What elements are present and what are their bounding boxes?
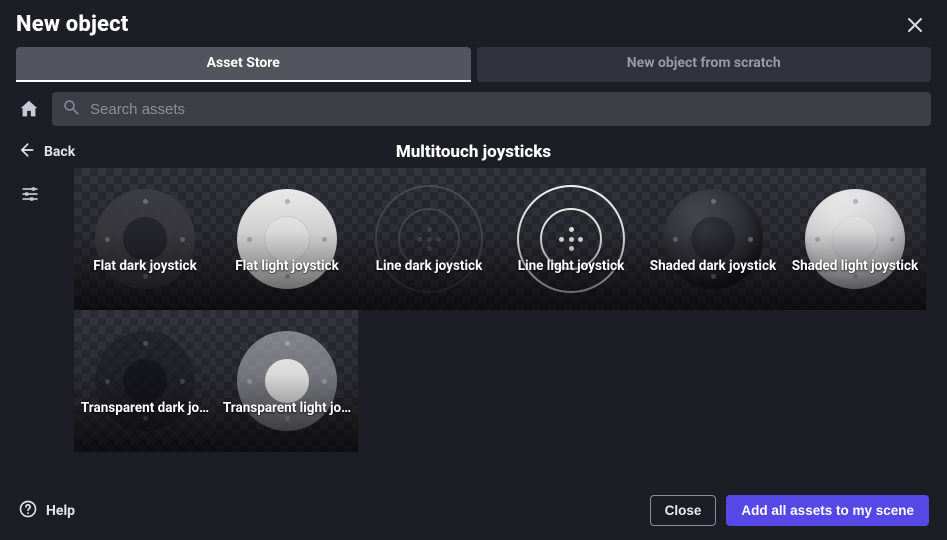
search-input[interactable] [90,101,921,118]
asset-item[interactable]: Transparent dark jo… [74,310,216,452]
help-button[interactable]: Help [18,499,75,523]
add-all-button[interactable]: Add all assets to my scene [726,495,929,526]
search-field[interactable] [52,92,931,126]
back-label: Back [44,144,75,160]
asset-label: Transparent light jo… [216,400,358,416]
asset-label: Line light joystick [500,258,642,274]
arrow-left-icon [16,140,36,164]
asset-label: Flat dark joystick [74,258,216,274]
search-icon [62,98,80,120]
help-label: Help [46,503,75,519]
asset-item[interactable]: Shaded dark joystick [642,168,784,310]
close-button[interactable]: Close [650,495,717,526]
tabs: Asset Store New object from scratch [0,47,947,82]
back-button[interactable]: Back [16,140,75,164]
close-icon[interactable] [903,13,927,37]
asset-label: Line dark joystick [358,258,500,274]
home-button[interactable] [16,96,42,122]
asset-grid: Flat dark joystick Flat light joystick [74,168,931,452]
help-icon [18,499,38,523]
filters-button[interactable] [16,168,44,485]
asset-item[interactable]: Flat dark joystick [74,168,216,310]
asset-item[interactable]: Line dark joystick [358,168,500,310]
category-title: Multitouch joysticks [396,142,551,162]
asset-item[interactable]: Flat light joystick [216,168,358,310]
asset-item[interactable]: Shaded light joystick [784,168,926,310]
titlebar: New object [0,0,947,47]
asset-label: Shaded light joystick [784,258,926,274]
asset-item[interactable]: Transparent light jo… [216,310,358,452]
asset-label: Transparent dark jo… [74,400,216,416]
asset-label: Shaded dark joystick [642,258,784,274]
asset-label: Flat light joystick [216,258,358,274]
dialog-title: New object [16,12,128,37]
tab-new-from-scratch[interactable]: New object from scratch [477,47,932,82]
asset-item[interactable]: Line light joystick [500,168,642,310]
tab-asset-store[interactable]: Asset Store [16,47,471,82]
